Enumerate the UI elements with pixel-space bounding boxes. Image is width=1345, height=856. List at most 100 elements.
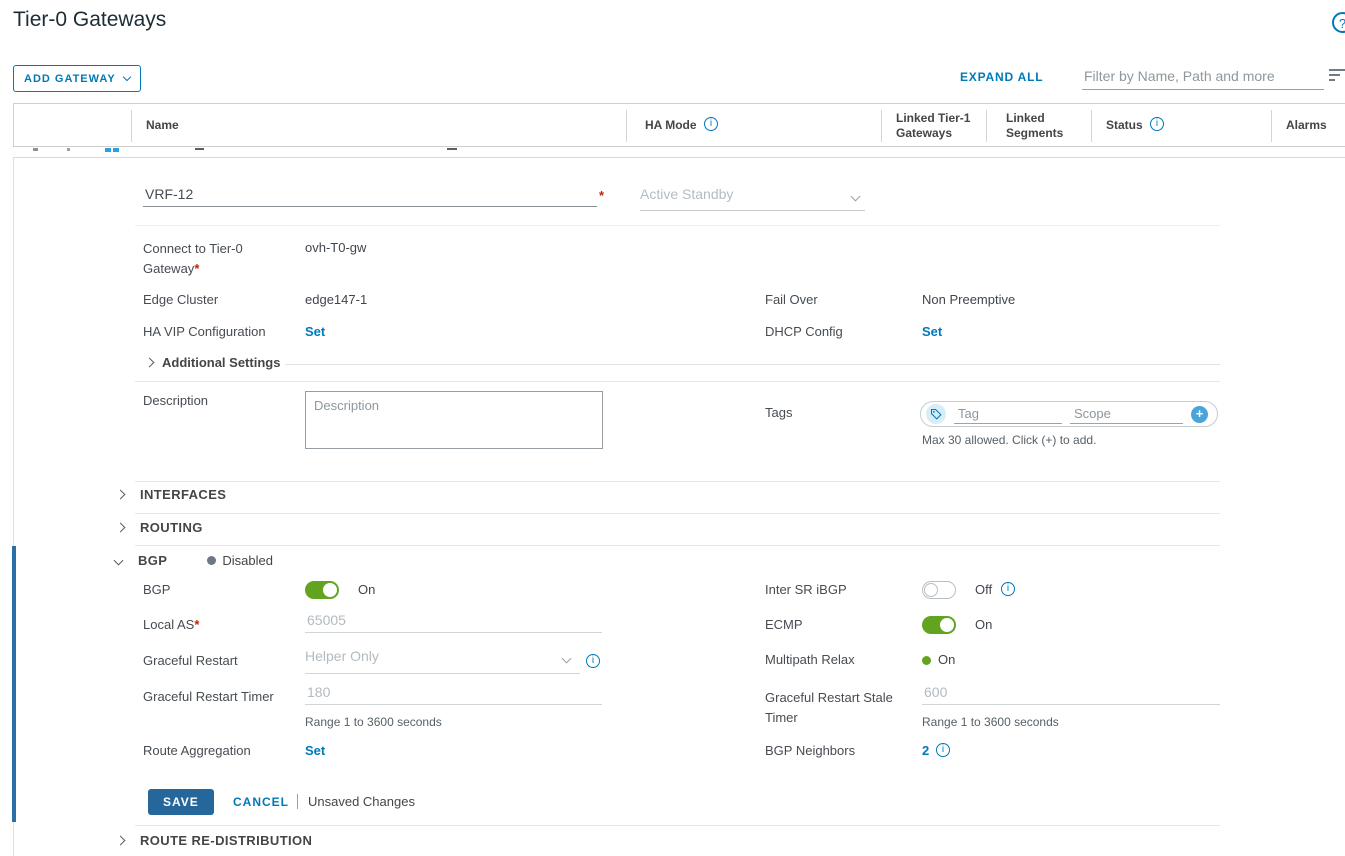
- connect-to-tier0-label: Connect to Tier-0 Gateway*: [143, 239, 293, 279]
- graceful-restart-timer-help: Range 1 to 3600 seconds: [305, 715, 442, 729]
- bgp-status-text: Disabled: [222, 553, 273, 568]
- edge-cluster-label: Edge Cluster: [143, 292, 218, 307]
- connect-to-tier0-label-text: Connect to Tier-0 Gateway: [143, 241, 243, 276]
- fail-over-value: Non Preemptive: [922, 292, 1015, 307]
- column-separator: [881, 110, 882, 142]
- column-header-linked-tier1: Linked Tier-1 Gateways: [896, 111, 984, 141]
- row-text-fragment: [195, 148, 204, 150]
- chevron-down-icon: [122, 73, 130, 81]
- required-asterisk: *: [194, 261, 199, 276]
- fail-over-label: Fail Over: [765, 292, 818, 307]
- unsaved-changes-indicator: Unsaved Changes: [297, 794, 415, 809]
- ha-mode-select[interactable]: Active Standby: [640, 186, 865, 211]
- gateway-icon-fragment: [113, 148, 119, 152]
- inter-sr-ibgp-toggle[interactable]: [922, 581, 956, 599]
- section-routing[interactable]: ROUTING: [117, 520, 203, 535]
- multipath-relax-label: Multipath Relax: [765, 652, 855, 667]
- status-disabled-dot-icon: [207, 556, 216, 565]
- column-header-status: Status: [1106, 118, 1143, 132]
- tier0-gateways-page: Tier-0 Gateways ? ADD GATEWAY EXPAND ALL…: [0, 0, 1345, 856]
- column-separator: [131, 110, 132, 142]
- bgp-toggle-label: BGP: [143, 582, 170, 597]
- help-icon[interactable]: ?: [1332, 12, 1345, 33]
- ha-vip-set-link[interactable]: Set: [305, 324, 325, 339]
- section-route-redistribution[interactable]: ROUTE RE-DISTRIBUTION: [117, 833, 312, 848]
- chevron-right-icon: [116, 523, 126, 533]
- row-icon-fragment: [67, 148, 70, 151]
- multipath-relax-state: On: [938, 652, 955, 667]
- route-redistribution-section-label: ROUTE RE-DISTRIBUTION: [140, 833, 312, 848]
- graceful-restart-stale-timer-label: Graceful Restart Stale Timer: [765, 688, 910, 728]
- ecmp-toggle[interactable]: [922, 616, 956, 634]
- dhcp-set-link[interactable]: Set: [922, 324, 942, 339]
- bgp-status-badge: Disabled: [207, 553, 273, 568]
- divider: [135, 481, 1220, 482]
- chevron-down-icon: [114, 556, 124, 566]
- status-info-icon[interactable]: i: [1150, 117, 1164, 131]
- gateway-icon-fragment: [105, 148, 111, 152]
- dhcp-config-label: DHCP Config: [765, 324, 843, 339]
- gateways-table-header: Name HA Mode i Linked Tier-1 Gateways Li…: [13, 103, 1345, 147]
- section-bgp[interactable]: BGP Disabled: [115, 553, 273, 568]
- filter-icon[interactable]: [1329, 69, 1345, 83]
- inter-sr-ibgp-label: Inter SR iBGP: [765, 582, 847, 597]
- route-aggregation-set-link[interactable]: Set: [305, 743, 325, 758]
- filter-icon-bar: [1329, 69, 1345, 71]
- chevron-down-icon: [562, 654, 572, 664]
- ha-mode-info-icon[interactable]: i: [704, 117, 718, 131]
- section-interfaces[interactable]: INTERFACES: [117, 487, 226, 502]
- interfaces-section-label: INTERFACES: [140, 487, 226, 502]
- bgp-neighbors-count-link[interactable]: 2: [922, 743, 929, 758]
- tags-help-text: Max 30 allowed. Click (+) to add.: [922, 433, 1096, 447]
- chevron-right-icon: [116, 490, 126, 500]
- save-button[interactable]: SAVE: [148, 789, 214, 815]
- column-header-ha-mode: HA Mode: [645, 118, 697, 132]
- local-as-label-text: Local AS: [143, 617, 194, 632]
- tag-icon: [926, 404, 946, 424]
- cancel-button[interactable]: CANCEL: [233, 795, 289, 809]
- description-textarea[interactable]: [305, 391, 603, 449]
- inter-sr-info-icon[interactable]: i: [1001, 582, 1015, 596]
- filter-icon-bar: [1329, 79, 1335, 81]
- graceful-restart-select[interactable]: Helper Only: [305, 648, 580, 674]
- ecmp-state: On: [975, 617, 992, 632]
- add-tag-button[interactable]: +: [1191, 406, 1208, 423]
- table-row-clipped[interactable]: [13, 147, 1345, 157]
- ha-vip-configuration-label: HA VIP Configuration: [143, 324, 266, 339]
- bgp-section-label: BGP: [138, 553, 167, 568]
- chevron-right-icon: [145, 358, 155, 368]
- tags-editor: +: [920, 401, 1218, 427]
- column-header-name: Name: [146, 118, 179, 132]
- add-gateway-button[interactable]: ADD GATEWAY: [13, 65, 141, 92]
- local-as-input[interactable]: [305, 612, 602, 633]
- page-title: Tier-0 Gateways: [13, 8, 166, 32]
- graceful-restart-value: Helper Only: [305, 648, 379, 664]
- expand-all-link[interactable]: EXPAND ALL: [960, 70, 1043, 84]
- graceful-restart-info-icon[interactable]: i: [586, 654, 600, 668]
- additional-settings-toggle[interactable]: Additional Settings: [146, 355, 280, 370]
- filter-icon-bar: [1329, 74, 1340, 76]
- bgp-toggle[interactable]: [305, 581, 339, 599]
- divider: [135, 545, 1220, 546]
- add-gateway-label: ADD GATEWAY: [24, 73, 116, 85]
- tag-icon-glyph: [930, 408, 942, 420]
- graceful-restart-stale-timer-input[interactable]: [922, 684, 1220, 705]
- tags-label: Tags: [765, 405, 792, 420]
- graceful-restart-timer-input[interactable]: [305, 684, 602, 705]
- graceful-restart-timer-label: Graceful Restart Timer: [143, 689, 274, 704]
- multipath-relax-on-dot-icon: [922, 656, 931, 665]
- tag-input[interactable]: [954, 404, 1062, 424]
- column-separator: [986, 110, 987, 142]
- ecmp-label: ECMP: [765, 617, 803, 632]
- graceful-restart-label: Graceful Restart: [143, 653, 238, 668]
- ha-mode-value: Active Standby: [640, 186, 733, 202]
- gateway-name-input[interactable]: [143, 186, 597, 207]
- bgp-neighbors-info-icon[interactable]: i: [936, 743, 950, 757]
- row-icon-fragment: [33, 148, 38, 151]
- filter-input[interactable]: [1082, 63, 1324, 90]
- scope-input[interactable]: [1070, 404, 1183, 424]
- column-header-alarms: Alarms: [1286, 118, 1327, 132]
- row-text-fragment: [447, 148, 457, 150]
- routing-section-label: ROUTING: [140, 520, 203, 535]
- connect-to-tier0-value: ovh-T0-gw: [305, 240, 366, 255]
